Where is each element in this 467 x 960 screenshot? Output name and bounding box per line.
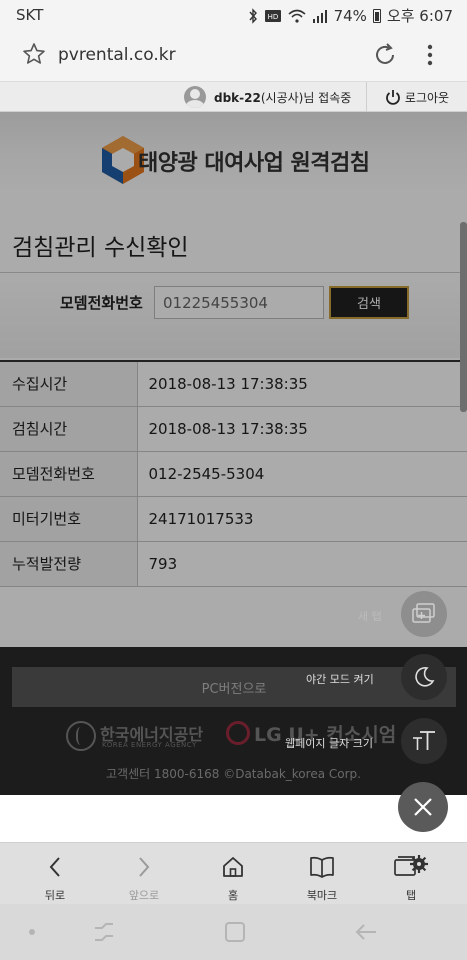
system-nav-bar (0, 904, 467, 960)
home-icon (223, 857, 243, 877)
power-icon (386, 90, 400, 105)
wifi-icon (288, 9, 306, 23)
more-options-icon[interactable] (420, 42, 440, 68)
nav-back-label: 뒤로 (44, 889, 66, 902)
copyright: 고객센터 1800-6168 ©Databak_korea Corp. (106, 767, 361, 781)
nav-bookmarks[interactable]: 북마크 (287, 843, 357, 905)
home-button-icon[interactable] (224, 921, 246, 943)
status-icons: HD 74% 오후 6:07 (248, 5, 453, 26)
new-tab-icon (412, 603, 435, 623)
close-icon (414, 798, 432, 816)
lg-logo-icon (226, 721, 250, 745)
logout-button[interactable]: 로그아웃 (366, 82, 467, 112)
moon-icon (415, 667, 435, 687)
nav-tabs[interactable]: 탭 (376, 843, 446, 905)
nav-back[interactable]: 뒤로 (20, 843, 90, 905)
nav-home-label: 홈 (227, 889, 239, 902)
nav-bookmarks-label: 북마크 (306, 889, 338, 902)
logout-label: 로그아웃 (404, 90, 450, 105)
tabs-settings-icon (394, 855, 428, 876)
scrollbar-thumb[interactable] (460, 222, 467, 412)
partner-logos: 한국에너지공단 KOREA ENERGY AGENCY LG U+ 컨소시엄 (0, 715, 467, 755)
status-bar: SKT HD 74% 오후 6:07 (0, 0, 467, 30)
chevron-left-icon (49, 857, 60, 877)
nav-tabs-label: 탭 (405, 889, 417, 902)
browser-bottom-nav: 뒤로 앞으로 홈 북마크 탭 (0, 842, 467, 904)
text-size-label[interactable]: 웹페이지 글자 크기 (285, 735, 373, 751)
user-role-text: (시공사)님 접속중 (260, 91, 352, 105)
nav-forward-label: 앞으로 (128, 889, 160, 902)
user-id: dbk-22(시공사)님 접속중 (214, 89, 351, 106)
kea-logo-icon (66, 721, 96, 751)
nav-forward[interactable]: 앞으로 (109, 843, 179, 905)
close-menu-button[interactable] (398, 782, 448, 832)
bookmark-star-icon[interactable] (22, 42, 46, 66)
user-bar: dbk-22(시공사)님 접속중 로그아웃 (0, 82, 467, 112)
carrier-name: SKT (16, 6, 44, 24)
browser-url-bar: pvrental.co.kr (0, 30, 467, 82)
svg-text:HD: HD (267, 13, 278, 21)
back-arrow-icon[interactable] (354, 922, 378, 942)
avatar (184, 86, 206, 108)
book-icon (310, 856, 334, 878)
night-mode-label[interactable]: 야간 모드 켜기 (306, 671, 374, 687)
recent-apps-icon[interactable] (92, 922, 116, 942)
volte-icon: HD (264, 9, 281, 22)
text-size-icon (413, 731, 435, 750)
footer: PC버전으로 한국에너지공단 KOREA ENERGY AGENCY LG U+… (0, 647, 467, 795)
night-mode-button[interactable] (401, 654, 447, 700)
clock: 오후 6:07 (386, 7, 453, 25)
signal-icon (312, 9, 327, 23)
user-id-text: dbk-22 (214, 91, 261, 105)
battery-percent: 74% (333, 6, 367, 25)
dim-overlay[interactable] (0, 112, 467, 647)
pc-version-button[interactable]: PC버전으로 (12, 667, 456, 707)
chevron-right-icon (139, 857, 150, 877)
reload-icon[interactable] (372, 42, 398, 68)
url-text[interactable]: pvrental.co.kr (58, 45, 176, 65)
dot-indicator-icon (29, 929, 35, 935)
bluetooth-icon (249, 7, 257, 24)
new-tab-button[interactable] (401, 591, 447, 637)
new-tab-label[interactable]: 새 탭 (358, 608, 382, 624)
text-size-button[interactable] (401, 718, 447, 764)
partner1-subtitle: KOREA ENERGY AGENCY (102, 741, 197, 749)
nav-home[interactable]: 홈 (198, 843, 268, 905)
battery-icon (372, 8, 381, 23)
